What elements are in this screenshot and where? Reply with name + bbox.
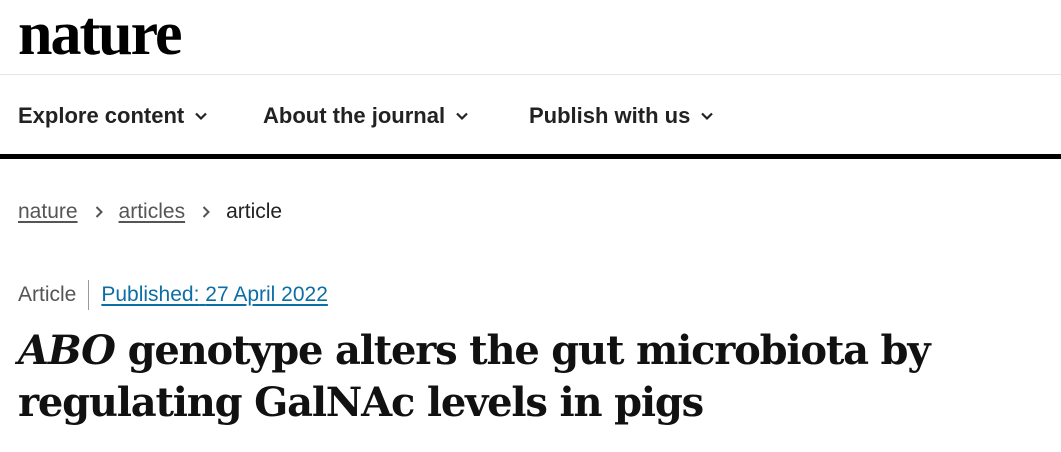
published-label: Published: (101, 283, 200, 306)
breadcrumb-current: article (226, 200, 283, 223)
nature-logo[interactable]: nature (18, 2, 183, 66)
logo-bar: nature (0, 0, 1061, 75)
chevron-down-icon (456, 112, 468, 121)
article-type: Article (18, 283, 77, 306)
nav-about-the-journal-label: About the journal (263, 103, 446, 128)
article-title-rest: genotype alters the gut microbiota by re… (18, 327, 931, 426)
article-title: ABO genotype alters the gut microbiota b… (18, 325, 1018, 429)
nav-publish-with-us[interactable]: Publish with us (529, 103, 714, 129)
article-title-gene: ABO (18, 327, 116, 374)
nav-publish-with-us-label: Publish with us (529, 103, 691, 128)
chevron-right-icon (95, 206, 103, 218)
main-nav: Explore content About the journal Publis… (0, 75, 1061, 159)
article-meta: Article Published: 27 April 2022 (18, 280, 328, 310)
chevron-down-icon (701, 112, 714, 121)
chevron-right-icon (202, 206, 210, 218)
nav-about-the-journal[interactable]: About the journal (263, 103, 469, 129)
breadcrumb-articles-link[interactable]: articles (119, 200, 186, 224)
breadcrumb-nature-link[interactable]: nature (18, 200, 78, 224)
published-date-link[interactable]: Published: 27 April 2022 (101, 283, 328, 307)
nav-explore-content[interactable]: Explore content (18, 103, 208, 129)
published-date: 27 April 2022 (205, 283, 328, 306)
nav-explore-content-label: Explore content (18, 103, 185, 128)
chevron-down-icon (195, 112, 208, 121)
breadcrumb: nature articles article (18, 198, 282, 226)
meta-divider (88, 280, 90, 310)
